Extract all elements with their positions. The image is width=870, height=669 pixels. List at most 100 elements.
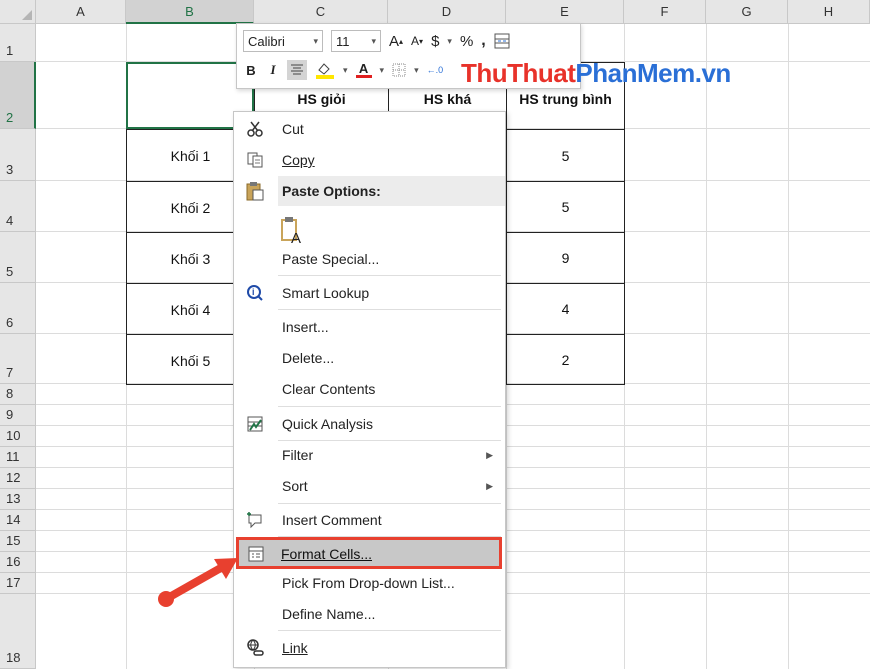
paste-options-header: Paste Options: [278,176,505,206]
menu-item-delete[interactable]: Delete... [234,343,505,373]
row-header-15[interactable]: 15 [0,531,36,552]
bold-button[interactable]: B [243,63,259,78]
menu-item-insert-comment[interactable]: Insert Comment [234,505,505,535]
chevron-down-icon[interactable]: ▾ [380,65,385,76]
paste-keep-text-button[interactable]: A [234,212,505,248]
row-header-4[interactable]: 4 [0,181,36,232]
chevron-down-icon[interactable]: ▾ [414,65,419,76]
menu-item-label: Sort [282,478,308,494]
menu-item-define-name[interactable]: Define Name... [234,599,505,629]
menu-item-format-cells[interactable]: Format Cells... [236,537,502,569]
chevron-down-icon[interactable]: ▾ [447,36,452,47]
menu-item-label: Smart Lookup [282,285,370,301]
table-cell[interactable]: 4 [506,283,625,335]
menu-item-insert[interactable]: Insert... [234,312,505,342]
grow-font-button[interactable]: A ▴ [389,33,403,50]
menu-item-quick-analysis[interactable]: Quick Analysis [234,409,505,439]
fill-color-icon[interactable] [315,61,335,79]
comma-style-button[interactable]: , [481,32,485,50]
column-header-b[interactable]: B [126,0,254,24]
paste-text-only-icon: A [278,215,304,245]
context-menu: Cut Copy Paste Options: A Paste Special.… [233,111,506,668]
scissors-icon [244,118,266,140]
pointer-arrow-icon [158,558,238,607]
font-size-box[interactable]: 11 ▾ [331,30,381,52]
column-header-h[interactable]: H [788,0,870,24]
quick-analysis-icon [244,413,266,435]
select-all-corner[interactable] [0,0,36,24]
menu-item-label: Cut [282,121,304,137]
copy-icon [244,149,266,171]
borders-icon[interactable] [392,63,406,77]
row-header-17[interactable]: 17 [0,573,36,594]
menu-item-copy[interactable]: Copy [234,145,505,175]
menu-item-label: Insert Comment [282,512,382,528]
font-name-box[interactable]: Calibri ▾ [243,30,323,52]
svg-text:i: i [252,287,255,297]
percent-button[interactable]: % [460,33,473,50]
menu-item-sort[interactable]: Sort ▶ [234,471,505,501]
column-header-e[interactable]: E [506,0,624,24]
row-header-5[interactable]: 5 [0,232,36,283]
italic-button[interactable]: I [267,62,279,78]
shrink-font-button[interactable]: A ▾ [411,34,423,48]
paste-options-label: Paste Options: [282,183,381,199]
comment-icon [244,509,266,531]
row-header-10[interactable]: 10 [0,426,36,447]
submenu-arrow-icon: ▶ [486,480,493,491]
column-header-f[interactable]: F [624,0,706,24]
menu-separator [278,630,501,631]
menu-separator [278,406,501,407]
column-header-c[interactable]: C [254,0,388,24]
menu-item-smart-lookup[interactable]: i Smart Lookup [234,278,505,308]
smart-lookup-icon: i [244,282,266,304]
column-header-d[interactable]: D [388,0,506,24]
column-header-g[interactable]: G [706,0,788,24]
menu-item-label: Filter [282,447,314,463]
row-header-13[interactable]: 13 [0,489,36,510]
font-size: 11 [336,33,350,49]
menu-item-clear-contents[interactable]: Clear Contents [234,374,505,404]
menu-item-label: Insert... [282,319,329,335]
menu-item-label: Pick From Drop-down List... [282,575,455,591]
menu-separator [278,309,501,310]
menu-item-cut[interactable]: Cut [234,114,505,144]
menu-separator [278,503,501,504]
chevron-down-icon[interactable]: ▾ [343,65,348,76]
row-header-12[interactable]: 12 [0,468,36,489]
row-header-6[interactable]: 6 [0,283,36,334]
menu-item-paste-special[interactable]: Paste Special... [234,244,505,274]
menu-item-label: Define Name... [282,606,376,622]
row-header-14[interactable]: 14 [0,510,36,531]
menu-item-label: Format Cells... [281,546,373,562]
table-cell[interactable]: 9 [506,232,625,284]
chevron-down-icon: ▾ [313,35,318,46]
table-cell[interactable]: 5 [506,129,625,182]
row-header-16[interactable]: 16 [0,552,36,573]
row-header-11[interactable]: 11 [0,447,36,468]
decrease-decimal-icon[interactable]: ←.0 [427,65,444,75]
row-header-18[interactable]: 18 [0,594,36,669]
watermark-logo: ThuThuatPhanMem.vn [461,58,731,88]
table-cell[interactable]: 2 [506,334,625,385]
row-header-1[interactable]: 1 [0,24,36,62]
font-color-icon[interactable]: A [355,62,372,78]
row-header-9[interactable]: 9 [0,405,36,426]
row-header-3[interactable]: 3 [0,129,36,181]
column-header-a[interactable]: A [36,0,126,24]
menu-item-pick-list[interactable]: Pick From Drop-down List... [234,568,505,598]
currency-button[interactable]: $ [431,33,439,50]
clipboard-icon [244,180,266,202]
row-header-8[interactable]: 8 [0,384,36,405]
menu-item-filter[interactable]: Filter ▶ [234,440,505,470]
menu-item-label: Paste Special... [282,251,380,267]
table-cell[interactable]: 5 [506,181,625,233]
row-header-7[interactable]: 7 [0,334,36,384]
row-header-2[interactable]: 2 [0,62,36,129]
menu-item-link[interactable]: Link [234,633,505,663]
align-center-icon[interactable] [287,60,307,80]
chevron-down-icon: ▾ [371,35,376,46]
menu-item-label: Copy [282,152,315,168]
merge-center-icon[interactable] [494,33,510,49]
menu-item-label: Quick Analysis [282,416,374,432]
